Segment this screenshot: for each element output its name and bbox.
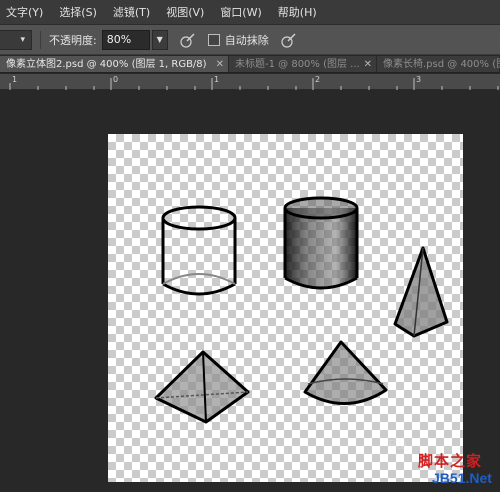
workspace: [0, 90, 500, 492]
watermark-bottom-text: JB51.Net: [432, 470, 492, 486]
close-icon[interactable]: ✕: [364, 56, 372, 72]
menu-window[interactable]: 窗口(W): [220, 4, 261, 20]
outline-cylinder-shape: [161, 205, 237, 296]
opacity-label: 不透明度:: [49, 33, 97, 47]
menu-filter[interactable]: 滤镜(T): [113, 4, 150, 20]
pixel-shapes-artwork: [154, 196, 449, 424]
close-icon[interactable]: ✕: [216, 56, 224, 72]
ruler-ticks: [9, 78, 499, 90]
menu-help[interactable]: 帮助(H): [278, 4, 317, 20]
auto-erase-label: 自动抹除: [224, 33, 269, 47]
doc-tab-untitled[interactable]: 未标题-1 @ 800% (图层 ... ✕: [229, 56, 377, 72]
tab-label: 像素长椅.psd @ 400% (图层 ...: [383, 59, 500, 70]
menu-type[interactable]: 文字(Y): [6, 4, 43, 20]
doc-tab-pixel-solid[interactable]: 像素立体图2.psd @ 400% (图层 1, RGB/8) ✕: [0, 56, 229, 72]
pressure-size-icon[interactable]: [279, 30, 299, 50]
ruler-label: 2: [315, 75, 321, 84]
document-canvas[interactable]: [108, 134, 463, 482]
document-tab-bar: 像素立体图2.psd @ 400% (图层 1, RGB/8) ✕ 未标题-1 …: [0, 56, 500, 73]
doc-tab-pixel-bench[interactable]: 像素长椅.psd @ 400% (图层 ...: [377, 56, 500, 72]
opacity-dropdown-button[interactable]: ▼: [151, 29, 168, 50]
chevron-down-icon: ▼: [156, 35, 163, 44]
tab-label: 像素立体图2.psd @ 400% (图层 1, RGB/8): [6, 59, 207, 70]
options-bar: ▾ 不透明度: ▼ 自动抹除: [0, 25, 500, 55]
chevron-down-icon: ▾: [20, 34, 25, 45]
site-watermark: 脚本之家 JB51.Net: [418, 450, 500, 490]
horizontal-ruler[interactable]: 1 0 1 2 3: [0, 74, 500, 90]
tool-preset-picker[interactable]: ▾: [0, 29, 32, 50]
ruler-label: 0: [113, 75, 119, 84]
watermark-ghost-text: Bai: [388, 437, 407, 452]
tab-label: 未标题-1 @ 800% (图层 ...: [235, 59, 360, 70]
pressure-opacity-icon[interactable]: [178, 30, 198, 50]
ruler-label: 1: [12, 75, 18, 84]
watermark-top-text: 脚本之家: [418, 452, 483, 470]
menu-bar: 文字(Y) 选择(S) 滤镜(T) 视图(V) 窗口(W) 帮助(H): [0, 0, 500, 25]
short-cone-shape: [303, 340, 388, 405]
options-divider: [40, 30, 41, 49]
tall-cone-shape: [393, 246, 449, 338]
menu-select[interactable]: 选择(S): [59, 4, 97, 20]
pyramid-shape: [154, 350, 250, 424]
shaded-cylinder-shape: [283, 196, 359, 290]
menu-view[interactable]: 视图(V): [166, 4, 204, 20]
auto-erase-checkbox[interactable]: [207, 33, 220, 46]
ruler-label: 3: [416, 75, 422, 84]
ruler-label: 1: [214, 75, 220, 84]
opacity-input[interactable]: [101, 29, 150, 50]
